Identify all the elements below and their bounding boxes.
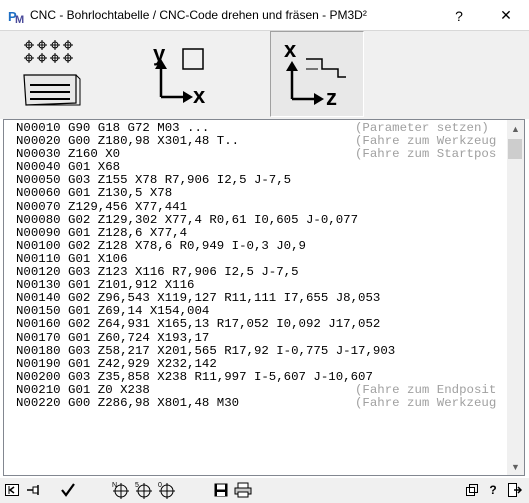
xz-axes-icon: x z: [284, 39, 346, 109]
xz-plane-button[interactable]: x z: [270, 31, 364, 117]
crosshair-5-icon[interactable]: 5: [133, 480, 155, 500]
svg-text:M: M: [15, 14, 24, 25]
code-command: N00210 G01 Z0 X238: [16, 382, 150, 397]
cnc-code-text[interactable]: N00010 G90 G18 G72 M03 ... (Parameter set…: [16, 122, 506, 472]
drill-table-button[interactable]: [8, 31, 100, 117]
code-line: N00220 G00 Z286,98 X801,48 M30 (Fahre zum…: [16, 395, 506, 410]
code-command: N00010 G90 G18 G72 M03 ...: [16, 122, 210, 135]
code-command: N00200 G03 Z35,858 X238 R11,997 I-5,607 …: [16, 369, 373, 384]
xz-axis-x-label: x: [284, 39, 297, 62]
help-button[interactable]: ?: [436, 0, 482, 31]
help-icon[interactable]: ?: [485, 480, 501, 500]
crosshair-5-label: 5: [135, 482, 139, 489]
code-command: N00040 G01 X68: [16, 160, 121, 175]
drill-table-icon: [23, 40, 81, 106]
code-command: N00190 G01 Z42,929 X232,142: [16, 356, 217, 371]
code-command: N00090 G01 Z128,6 X77,4: [16, 225, 188, 240]
close-button[interactable]: ✕: [483, 0, 529, 31]
code-command: N00100 G02 Z128 X78,6 R0,949 I-0,3 J0,9: [16, 238, 306, 253]
window-restore-icon[interactable]: [464, 480, 480, 500]
checkmark-icon[interactable]: [58, 480, 78, 500]
code-command: N00020 G00 Z180,98 X301,48 T..: [16, 134, 240, 149]
code-command: N00030 Z160 X0: [16, 147, 121, 162]
save-icon[interactable]: [212, 480, 230, 500]
code-command: N00150 G01 Z69,14 X154,004: [16, 304, 210, 319]
code-command: N00170 G01 Z60,724 X193,17: [16, 330, 210, 345]
crosshair-n-icon[interactable]: N: [110, 480, 132, 500]
window-title: CNC - Bohrlochtabelle / CNC-Code drehen …: [30, 8, 367, 22]
xz-axis-z-label: z: [326, 85, 337, 109]
code-comment: (Fahre zum Endposit: [355, 382, 497, 397]
xy-axis-x-label: x: [193, 83, 206, 107]
title-bar: P M CNC - Bohrlochtabelle / CNC-Code dre…: [0, 0, 529, 31]
code-command: N00110 G01 X106: [16, 251, 128, 266]
code-command: N00060 G01 Z130,5 X78: [16, 186, 173, 201]
main-toolbar: y x x z: [0, 31, 529, 119]
scroll-down-arrow-icon[interactable]: ▼: [507, 458, 524, 475]
cnc-code-editor[interactable]: N00010 G90 G18 G72 M03 ... (Parameter set…: [3, 119, 525, 476]
code-command: N00120 G03 Z123 X116 R7,906 I2,5 J-7,5: [16, 265, 299, 280]
code-command: N00070 Z129,456 X77,441: [16, 199, 188, 214]
scroll-up-arrow-icon[interactable]: ▲: [507, 120, 524, 137]
code-comment: (Fahre zum Startpos: [355, 147, 497, 162]
bottom-toolbar: N 5 0 ?: [0, 478, 529, 503]
crosshair-0-label: 0: [158, 482, 162, 489]
print-icon[interactable]: [233, 480, 253, 500]
scrollbar-thumb[interactable]: [508, 139, 522, 159]
expand-icon[interactable]: [4, 480, 20, 500]
code-command: N00220 G00 Z286,98 X801,48 M30: [16, 395, 240, 410]
code-command: N00050 G03 Z155 X78 R7,906 I2,5 J-7,5: [16, 173, 292, 188]
xy-plane-button[interactable]: y x: [137, 31, 229, 117]
code-command: N00160 G02 Z64,931 X165,13 R17,052 I0,09…: [16, 317, 381, 332]
vertical-scrollbar[interactable]: ▲ ▼: [507, 120, 524, 475]
exit-icon[interactable]: [506, 480, 524, 500]
code-command: N00180 G03 Z58,217 X201,565 R17,92 I-0,7…: [16, 343, 396, 358]
code-command: N00130 G01 Z101,912 X116: [16, 278, 195, 293]
crosshair-0-icon[interactable]: 0: [156, 480, 178, 500]
code-command: N00140 G02 Z96,543 X119,127 R11,111 I7,6…: [16, 291, 381, 306]
code-comment: (Fahre zum Werkzeug: [355, 395, 497, 410]
pin-icon[interactable]: [26, 480, 44, 500]
crosshair-n-label: N: [112, 482, 117, 489]
xy-axes-icon: y x: [153, 41, 206, 107]
code-command: N00080 G02 Z129,302 X77,4 R0,61 I0,605 J…: [16, 212, 359, 227]
app-icon: P M: [8, 7, 26, 25]
